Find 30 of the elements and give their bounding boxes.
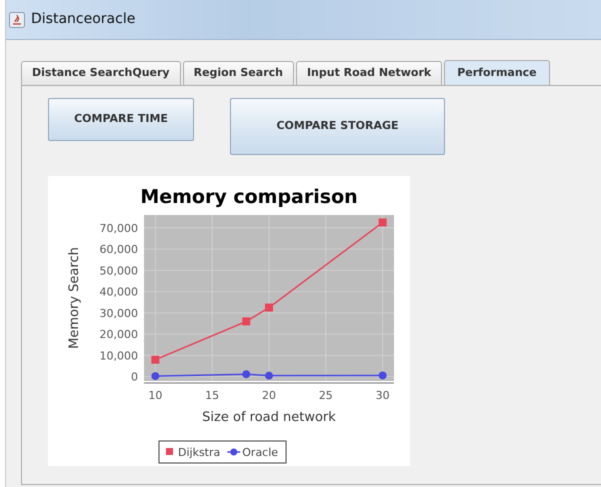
legend-label: Oracle [242, 446, 278, 458]
x-tick-label: 10 [148, 388, 162, 402]
y-tick-label: 60,000 [100, 242, 138, 256]
compare-storage-button[interactable]: COMPARE STORAGE [230, 98, 445, 154]
x-tick-label: 30 [376, 388, 390, 402]
y-tick-label: 10,000 [100, 348, 138, 362]
tab[interactable]: Region Search [182, 61, 294, 84]
data-point [151, 372, 160, 380]
x-tick-label: 25 [318, 388, 333, 402]
x-tick-label: 15 [205, 388, 220, 402]
x-tick-label: 20 [262, 388, 276, 402]
compare-time-button[interactable]: COMPARE TIME [48, 98, 194, 140]
y-tick-label: 50,000 [100, 264, 138, 277]
y-tick-label: 70,000 [100, 221, 138, 234]
legend-label: Dijkstra [178, 446, 220, 458]
data-point [265, 371, 273, 380]
y-tick-label: 20,000 [100, 328, 138, 341]
y-axis-label: Memory Search [67, 246, 82, 348]
x-axis-label: Size of road network [202, 410, 336, 424]
y-tick-label: 0 [131, 370, 138, 384]
y-tick-label: 30,000 [100, 306, 138, 320]
tab[interactable]: Distance SearchQuery [21, 61, 181, 84]
data-point [378, 370, 387, 379]
y-tick-label: 40,000 [100, 285, 138, 298]
tab[interactable]: Performance [444, 60, 550, 84]
tab[interactable]: Input Road Network [296, 61, 442, 84]
window-title: Distanceoracle [31, 10, 136, 29]
chart-title: Memory comparison [140, 186, 358, 208]
app-icon [9, 12, 25, 28]
data-point [242, 370, 250, 378]
